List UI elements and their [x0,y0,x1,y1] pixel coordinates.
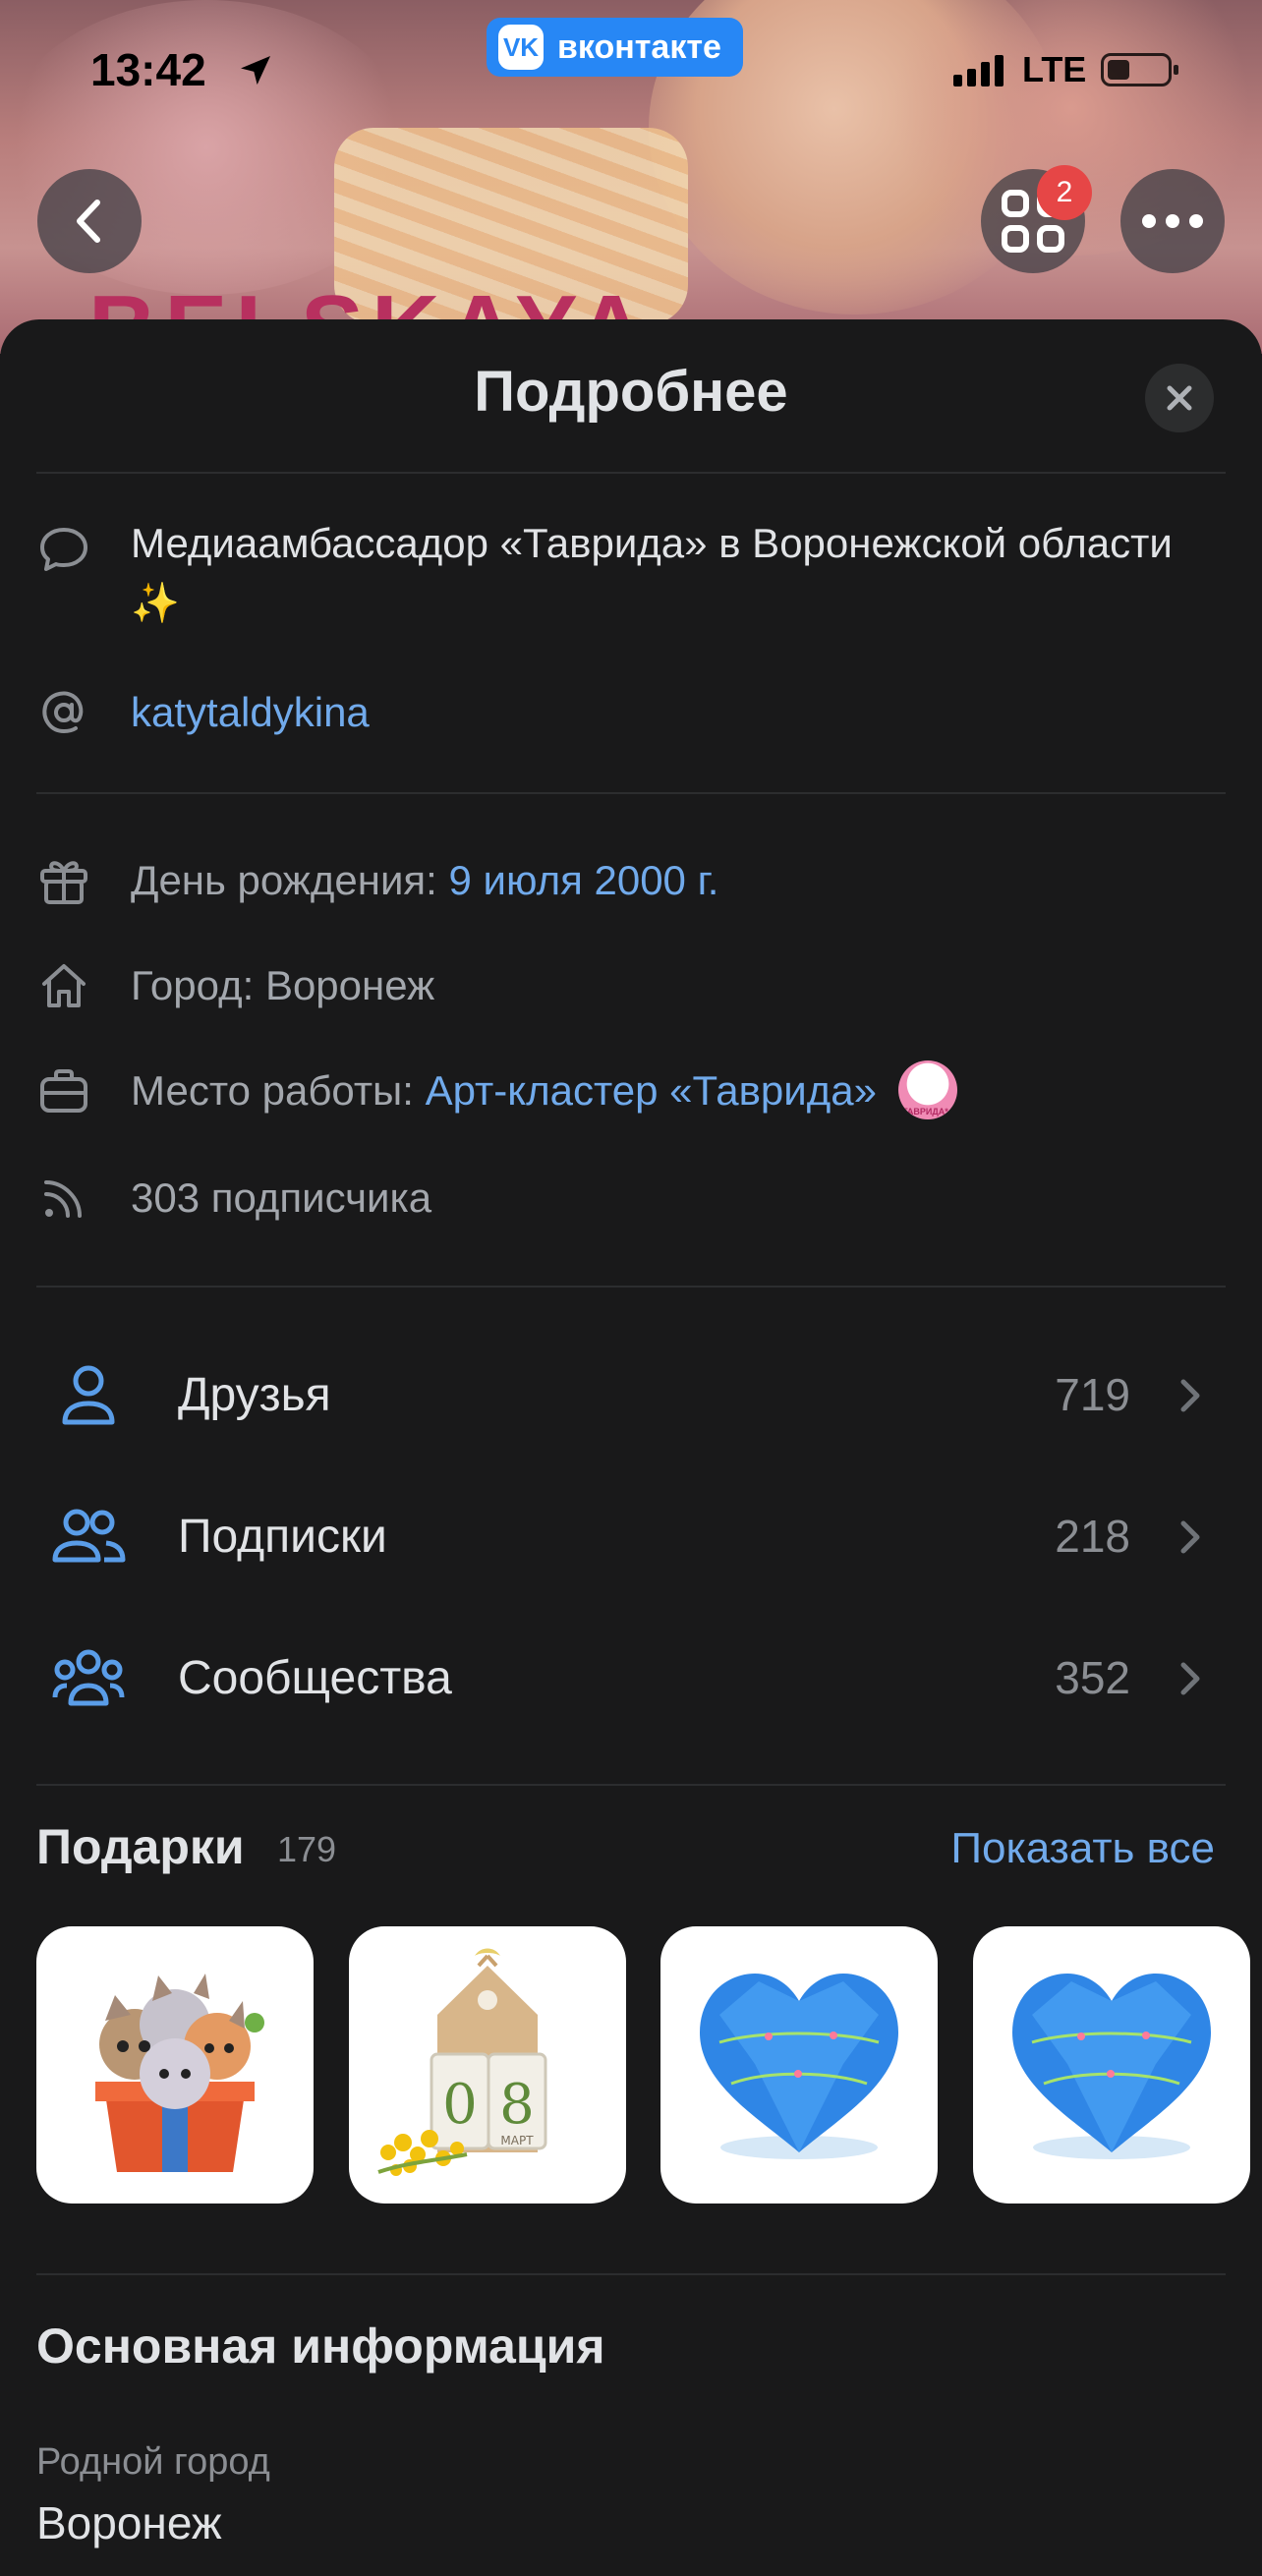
chevron-left-icon [77,200,100,243]
gift-icon [36,853,91,908]
work-community-avatar[interactable]: ТАВРИДА*АРТ [897,1059,957,1119]
divider [36,2273,1226,2275]
at-sign-icon [36,685,91,740]
gifts-title: Подарки [36,1819,245,1874]
work-row: Место работы: Арт-кластер «Таврида» ТАВРИ… [131,1059,957,1123]
birthday-row: День рождения: 9 июля 2000 г. [131,857,719,903]
calendar-digit-0: 0 [442,2073,478,2137]
sparkles-emoji: ✨ [131,582,180,625]
nickname-link[interactable]: katytaldykina [131,683,370,742]
users-icon [52,1509,126,1563]
calendar-digit-1: 8 [499,2073,535,2137]
profile-status: Медиаамбассадор «Таврида» в Воронежской … [131,514,1212,633]
more-button[interactable] [1120,169,1225,273]
sheet-title: Подробнее [474,360,788,424]
signal-icon [953,53,1004,86]
rss-followers-icon [36,1171,91,1226]
followers-row[interactable]: 303 подписчика [131,1169,431,1228]
user-icon [62,1365,115,1425]
back-button[interactable] [37,169,142,273]
calendar-gift-icon: 0 8 МАРТ [377,1948,547,2176]
subscriptions-row[interactable]: Подписки 218 [0,1478,1262,1596]
details-sheet: Подробнее Медиаамбассадор «Таврида» в Во… [0,319,1262,2576]
network-type: LTE [1022,49,1087,89]
gift-blue-heart[interactable] [973,1926,1250,2204]
chevron-right-icon [1180,1379,1200,1412]
cats-gift-icon [95,1974,264,2172]
notification-badge: 2 [1037,165,1092,220]
calendar-month: МАРТ [500,2134,534,2147]
gift-blue-heart[interactable] [660,1926,938,2204]
status-icon [36,522,91,577]
blue-heart-icon [700,1974,898,2159]
vk-app-pill[interactable]: VK вконтакте [487,18,743,77]
basic-info-title: Основная информация [36,2318,605,2374]
divider [36,1784,1226,1786]
friends-row[interactable]: Друзья 719 [0,1337,1262,1455]
show-all-gifts-link[interactable]: Показать все [950,1824,1215,1873]
briefcase-icon [36,1063,91,1118]
more-dots-icon [1142,214,1203,228]
location-arrow-icon [241,56,270,86]
birthday-link[interactable]: 9 июля 2000 г. [449,857,719,903]
gift-cats-box[interactable] [36,1926,314,2204]
community-icon [52,1649,125,1706]
work-link[interactable]: Арт-кластер «Таврида» [426,1067,877,1114]
status-time: 13:42 [90,44,206,95]
battery-icon [1101,53,1178,86]
gifts-count: 179 [277,1829,337,1869]
close-button[interactable] [1145,364,1214,432]
hometown-value: Воронеж [36,2497,222,2548]
chevron-right-icon [1180,1662,1200,1695]
divider [36,472,1226,474]
gift-march-8-calendar[interactable]: 0 8 МАРТ [349,1926,626,2204]
hometown-label: Родной город [36,2441,270,2483]
divider [36,792,1226,794]
home-icon [36,958,91,1013]
blue-heart-icon [1012,1974,1211,2159]
vk-logo-icon: VK [498,25,544,70]
vk-app-label: вконтакте [557,28,721,66]
communities-row[interactable]: Сообщества 352 [0,1620,1262,1738]
status-text: Медиаамбассадор «Таврида» в Воронежской … [131,520,1173,566]
chevron-right-icon [1180,1520,1200,1554]
city-row: Город: Воронеж [131,962,435,1008]
close-icon [1167,385,1192,411]
divider [36,1286,1226,1288]
